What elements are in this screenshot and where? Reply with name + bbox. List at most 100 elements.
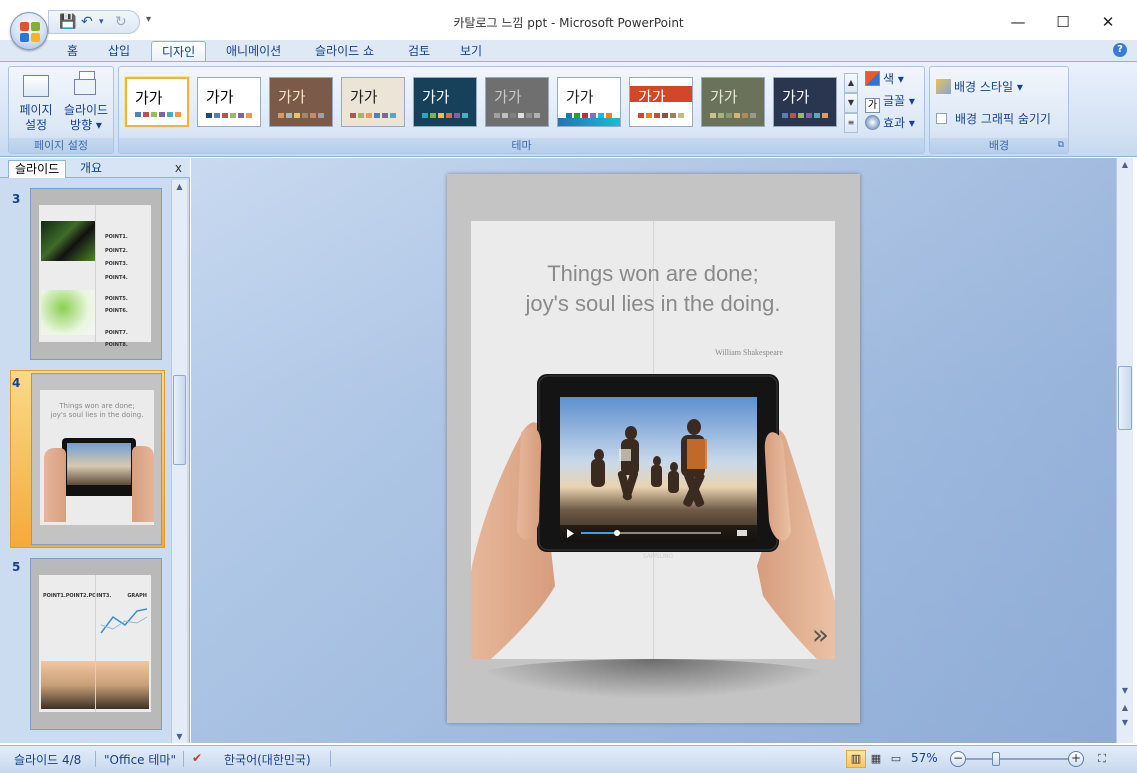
language-indicator[interactable]: 한국어(대한민국) bbox=[224, 751, 311, 768]
gallery-up-icon[interactable]: ▲ bbox=[844, 73, 858, 93]
theme-sample-text: 가가 bbox=[782, 88, 810, 106]
slide-thumbnail-4[interactable]: Things won are done; joy's soul lies in … bbox=[31, 373, 162, 545]
theme-fonts-button[interactable]: 가 글꼴 ▾ bbox=[865, 91, 915, 113]
theme-colors-button[interactable]: 색 ▾ bbox=[865, 69, 904, 89]
theme-thumbnail[interactable]: 가가 bbox=[629, 77, 693, 127]
maximize-button[interactable]: ☐ bbox=[1040, 8, 1086, 36]
help-icon[interactable]: ? bbox=[1113, 43, 1127, 57]
thumb3-plant-image bbox=[41, 221, 96, 261]
slides-panel: 슬라이드 개요 x 3 POINT1. POINT2. POINT3. POINT4.… bbox=[0, 158, 190, 743]
editor-scrollbar[interactable]: ▲ ▼ ▲ ▼ bbox=[1116, 158, 1133, 743]
theme-fonts-label: 글꼴 ▾ bbox=[883, 94, 915, 108]
next-slide-icon[interactable]: ▼ bbox=[1117, 718, 1133, 727]
theme-thumbnail[interactable]: 가가 bbox=[485, 77, 549, 127]
hide-graphics-label: 배경 그래픽 숨기기 bbox=[955, 112, 1051, 126]
slide-number: 5 bbox=[12, 560, 21, 574]
hide-graphics-checkbox[interactable] bbox=[936, 113, 947, 124]
thumb5-line-chart bbox=[100, 608, 148, 634]
theme-thumbnail[interactable]: 가가 bbox=[125, 77, 189, 127]
office-button[interactable] bbox=[10, 12, 48, 50]
tablet-brand: SAMSUNG bbox=[643, 553, 674, 560]
zoom-in-button[interactable]: + bbox=[1068, 751, 1084, 767]
theme-thumbnail[interactable]: 가가 bbox=[557, 77, 621, 127]
spellcheck-icon[interactable]: ✔ bbox=[192, 751, 202, 765]
scroll-up-icon[interactable]: ▲ bbox=[1117, 160, 1133, 169]
theme-sample-text: 가가 bbox=[566, 88, 594, 106]
status-bar: 슬라이드 4/8 "Office 테마" ✔ 한국어(대한민국) ▥ ▦ ▭ 5… bbox=[0, 745, 1137, 773]
tablet-hands-image: SAMSUNG bbox=[471, 374, 835, 659]
thumb4-page: Things won are done; joy's soul lies in … bbox=[40, 390, 154, 525]
theme-thumbnail[interactable]: 가가 bbox=[701, 77, 765, 127]
fit-to-window-button[interactable]: ⛶ bbox=[1092, 750, 1112, 768]
panel-close-icon[interactable]: x bbox=[175, 161, 182, 175]
theme-color-swatches bbox=[135, 112, 183, 117]
slide-orientation-button[interactable]: 슬라이드 방향 ▾ bbox=[59, 71, 113, 133]
page-shadow bbox=[471, 659, 835, 699]
tab-insert[interactable]: 삽입 bbox=[98, 41, 140, 62]
zoom-slider-handle[interactable] bbox=[992, 752, 1000, 766]
editor-scroll-thumb[interactable] bbox=[1118, 366, 1132, 430]
theme-thumbnail[interactable]: 가가 bbox=[341, 77, 405, 127]
tab-slides[interactable]: 슬라이드 bbox=[8, 160, 67, 178]
theme-sample-text: 가가 bbox=[350, 88, 378, 106]
scroll-down-icon[interactable]: ▼ bbox=[172, 732, 187, 741]
theme-thumbnail[interactable]: 가가 bbox=[269, 77, 333, 127]
thumb4-quote-line1: Things won are done; bbox=[59, 402, 135, 410]
tab-outline[interactable]: 개요 bbox=[74, 160, 108, 178]
theme-effects-button[interactable]: 효과 ▾ bbox=[865, 113, 915, 133]
tab-view[interactable]: 보기 bbox=[450, 41, 492, 62]
slideshow-view-button[interactable]: ▭ bbox=[886, 750, 906, 768]
slide-indicator: 슬라이드 4/8 bbox=[14, 753, 82, 767]
dialog-launcher-icon[interactable]: ⧉ bbox=[1058, 138, 1064, 153]
theme-sample-text: 가가 bbox=[135, 89, 163, 107]
hide-background-graphics[interactable]: 배경 그래픽 숨기기 bbox=[936, 109, 1051, 129]
theme-thumbnail[interactable]: 가가 bbox=[197, 77, 261, 127]
slide-thumbnail-3[interactable]: POINT1. POINT2. POINT3. POINT4. POINT5. POI… bbox=[30, 188, 162, 360]
gallery-down-icon[interactable]: ▼ bbox=[844, 93, 858, 113]
tab-slideshow[interactable]: 슬라이드 쇼 bbox=[305, 41, 384, 62]
theme-color-swatches bbox=[494, 113, 542, 118]
zoom-level[interactable]: 57% bbox=[911, 751, 938, 765]
background-group-label: 배경 ⧉ bbox=[930, 138, 1068, 153]
theme-sample-text: 가가 bbox=[638, 88, 666, 106]
panel-scrollbar[interactable]: ▲ ▼ bbox=[171, 180, 187, 743]
panel-tabs: 슬라이드 개요 x bbox=[0, 158, 190, 178]
thumb3-points-b: POINT5. POINT6. POINT7. POINT8. bbox=[105, 293, 151, 351]
zoom-slider[interactable] bbox=[966, 758, 1072, 760]
slide-thumbnail-5[interactable]: POINT1.POINT2.POINT3. GRAPH bbox=[30, 558, 162, 730]
scroll-up-icon[interactable]: ▲ bbox=[172, 182, 187, 191]
thumb5-header: POINT1.POINT2.POINT3. bbox=[43, 593, 112, 599]
gallery-more-icon[interactable]: ≡ bbox=[844, 113, 858, 133]
page-setup-group: 페이지 설정 슬라이드 방향 ▾ 페이지 설정 bbox=[8, 66, 114, 154]
zoom-out-button[interactable]: − bbox=[950, 751, 966, 767]
tab-design[interactable]: 디자인 bbox=[151, 41, 207, 62]
theme-thumbnail[interactable]: 가가 bbox=[413, 77, 477, 127]
minimize-button[interactable]: — bbox=[995, 8, 1041, 36]
current-slide[interactable]: Things won are done; joy's soul lies in … bbox=[447, 174, 860, 723]
next-page-icon[interactable]: » bbox=[812, 618, 829, 651]
theme-color-swatches bbox=[710, 113, 758, 118]
office-logo-icon bbox=[20, 22, 40, 42]
background-styles-button[interactable]: 배경 스타일 ▾ bbox=[936, 77, 1023, 97]
normal-view-button[interactable]: ▥ bbox=[846, 750, 866, 768]
tab-review[interactable]: 검토 bbox=[398, 41, 440, 62]
theme-colors-label: 색 ▾ bbox=[883, 72, 904, 86]
thumb3-points: POINT1. POINT2. POINT3. POINT4. bbox=[105, 231, 128, 285]
slide-sorter-button[interactable]: ▦ bbox=[866, 750, 886, 768]
theme-gallery-scroll: ▲ ▼ ≡ bbox=[844, 73, 858, 133]
scroll-down-icon[interactable]: ▼ bbox=[1117, 686, 1133, 695]
page-setup-button[interactable]: 페이지 설정 bbox=[13, 71, 59, 133]
tab-animation[interactable]: 애니메이션 bbox=[216, 41, 291, 62]
theme-sample-text: 가가 bbox=[422, 88, 450, 106]
panel-scroll-thumb[interactable] bbox=[173, 375, 186, 465]
quote-line2: joy's soul lies in the doing. bbox=[525, 291, 781, 316]
slide-number: 3 bbox=[12, 192, 21, 206]
close-button[interactable]: ✕ bbox=[1085, 8, 1131, 36]
theme-thumbnail[interactable]: 가가 bbox=[773, 77, 837, 127]
window-title: 카탈로그 느낌 ppt - Microsoft PowerPoint bbox=[453, 16, 684, 30]
theme-color-swatches bbox=[566, 113, 614, 118]
effects-icon bbox=[865, 115, 880, 130]
thumb4-quote-line2: joy's soul lies in the doing. bbox=[50, 411, 144, 419]
previous-slide-icon[interactable]: ▲ bbox=[1117, 703, 1133, 712]
tab-home[interactable]: 홈 bbox=[57, 41, 88, 62]
